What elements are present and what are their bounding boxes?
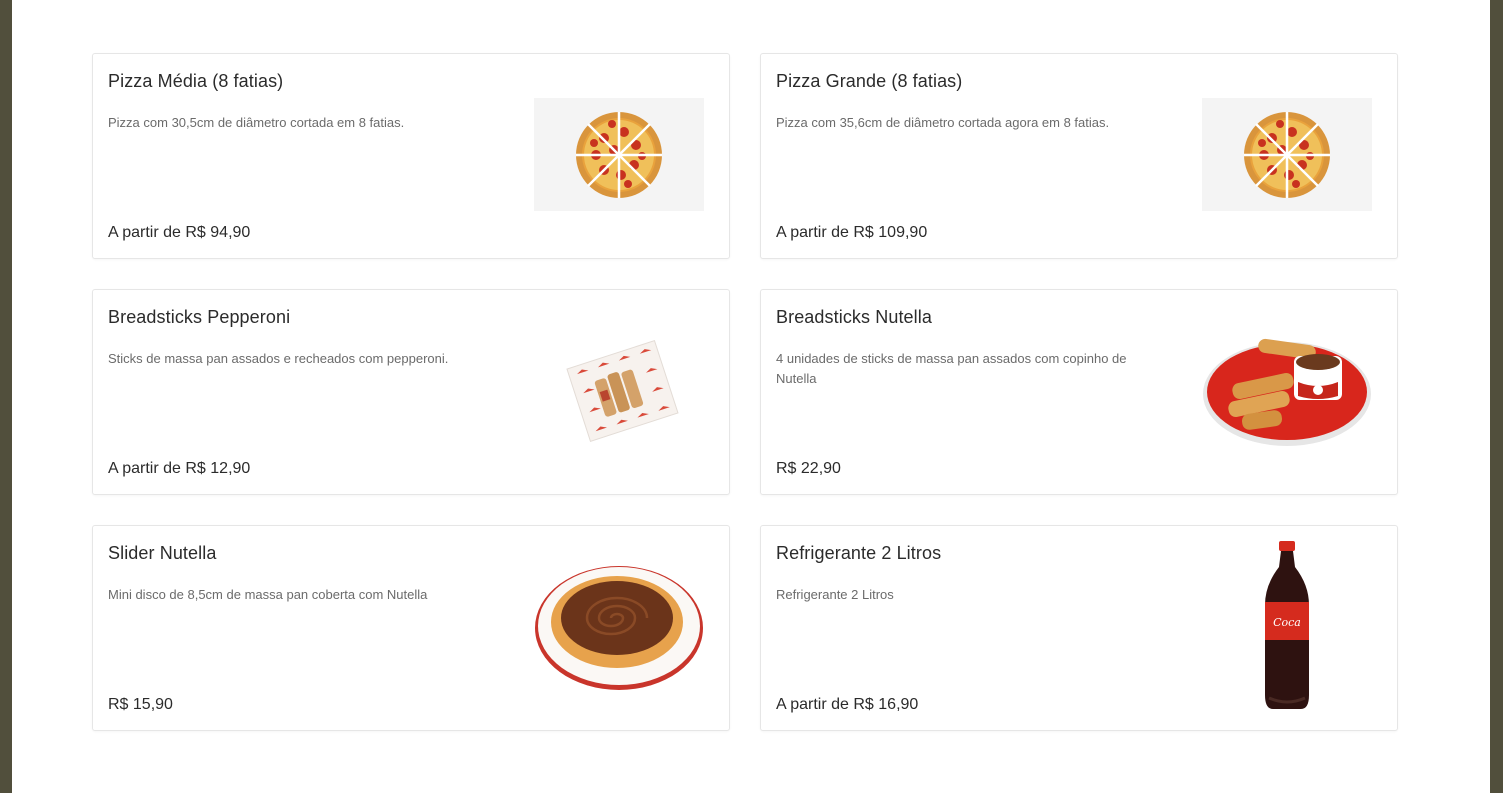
product-price: R$ 15,90 bbox=[108, 696, 173, 713]
product-price: A partir de R$ 12,90 bbox=[108, 460, 251, 477]
product-title: Slider Nutella bbox=[108, 543, 217, 563]
pizza-image bbox=[534, 98, 704, 211]
product-description: Mini disco de 8,5cm de massa pan coberta… bbox=[108, 587, 428, 602]
svg-text:Coca: Coca bbox=[1273, 616, 1301, 629]
pizza-image bbox=[1202, 98, 1372, 211]
product-price: A partir de R$ 94,90 bbox=[108, 224, 251, 241]
product-price: A partir de R$ 109,90 bbox=[776, 224, 928, 241]
product-title: Refrigerante 2 Litros bbox=[776, 543, 942, 563]
product-description: 4 unidades de sticks de massa pan assado… bbox=[776, 351, 1127, 386]
product-description: Pizza com 30,5cm de diâmetro cortada em … bbox=[108, 115, 405, 130]
product-card-breadsticks-nutella[interactable]: Breadsticks Nutella 4 unidades de sticks… bbox=[760, 289, 1398, 495]
product-price: R$ 22,90 bbox=[776, 460, 841, 477]
product-card-breadsticks-pepperoni[interactable]: Breadsticks Pepperoni Sticks de massa pa… bbox=[92, 289, 730, 495]
product-card-slider-nutella[interactable]: Slider Nutella Mini disco de 8,5cm de ma… bbox=[92, 525, 730, 731]
product-description: Refrigerante 2 Litros bbox=[776, 587, 894, 602]
product-title: Pizza Média (8 fatias) bbox=[108, 71, 284, 91]
menu-page: Pizza Média (8 fatias) Pizza com 30,5cm … bbox=[12, 0, 1490, 793]
product-description: Sticks de massa pan assados e recheados … bbox=[108, 351, 449, 366]
product-card-refrigerante[interactable]: Refrigerante 2 Litros Refrigerante 2 Lit… bbox=[760, 525, 1398, 731]
product-description: Pizza com 35,6cm de diâmetro cortada ago… bbox=[776, 115, 1110, 130]
product-title: Pizza Grande (8 fatias) bbox=[776, 71, 963, 91]
soda-bottle-image: Coca bbox=[1202, 540, 1372, 712]
slider-nutella-image bbox=[534, 565, 704, 690]
product-card-pizza-grande[interactable]: Pizza Grande (8 fatias) Pizza com 35,6cm… bbox=[760, 53, 1398, 259]
breadsticks-nutella-image bbox=[1202, 334, 1372, 447]
product-grid: Pizza Média (8 fatias) Pizza com 30,5cm … bbox=[92, 53, 1398, 731]
breadsticks-pepperoni-image bbox=[534, 334, 704, 447]
product-title: Breadsticks Pepperoni bbox=[108, 307, 291, 327]
product-price: A partir de R$ 16,90 bbox=[776, 696, 919, 713]
product-title: Breadsticks Nutella bbox=[776, 307, 932, 327]
product-card-pizza-media[interactable]: Pizza Média (8 fatias) Pizza com 30,5cm … bbox=[92, 53, 730, 259]
